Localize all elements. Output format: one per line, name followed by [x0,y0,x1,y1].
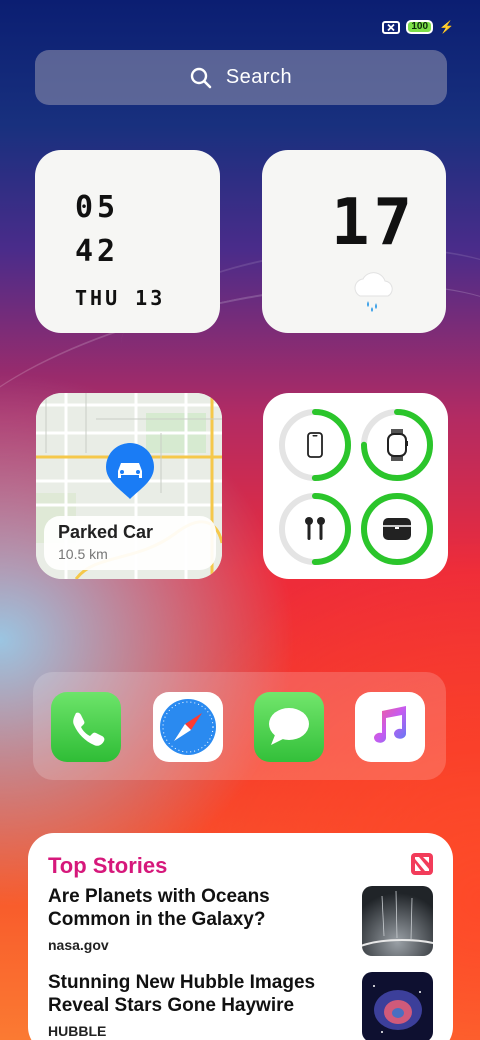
news-story[interactable]: Stunning New Hubble Images Reveal Stars … [48,971,348,1039]
battery-ring-airpods-case [359,491,435,567]
search-icon [190,67,212,88]
bolt-icon: ⚡ [439,20,454,34]
news-widget[interactable]: Top Stories Are Planets with Oceans Comm… [28,833,453,1040]
find-my-car-widget[interactable]: Parked Car 10.5 km [36,393,222,579]
clock-date: THU 13 [75,286,166,310]
safari-app-icon[interactable] [153,692,223,762]
iphone-icon [307,432,323,458]
batteries-widget[interactable] [263,393,448,579]
news-story[interactable]: Are Planets with Oceans Common in the Ga… [48,885,348,953]
messages-app-icon[interactable] [254,692,324,762]
news-icon [411,853,433,875]
search-label: Search [225,66,293,88]
parked-car-distance: 10.5 km [58,546,108,562]
rain-cloud-icon [354,272,393,312]
airpods-icon [305,517,325,540]
weather-temperature: 17 [330,186,416,260]
news-story-title-line: Stunning New Hubble Images [48,972,316,993]
battery-ring-airpods [277,491,353,567]
battery-level: 100 [411,21,429,32]
news-heading: Top Stories [48,853,168,878]
search-bar[interactable]: Search [35,50,447,105]
news-story-title: Are Planets with Oceans Common in the Ga… [48,885,348,931]
clock-hour: 05 [75,190,120,225]
phone-app-icon[interactable] [51,692,121,762]
news-story-title-line: Are Planets with Oceans [48,886,270,907]
battery-indicator: 100 [406,20,434,34]
dock [33,672,446,780]
news-story-title: Stunning New Hubble Images Reveal Stars … [48,971,348,1017]
music-icon [374,706,406,743]
parked-car-title: Parked Car [58,522,154,542]
music-app-icon[interactable] [355,692,425,762]
battery-ring-iphone [277,407,353,483]
clock-minute: 42 [75,234,120,269]
news-story-title-line: Common in the Galaxy? [48,909,266,930]
watch-icon [387,429,408,461]
safari-icon [160,699,216,755]
car-pin-icon [106,443,154,499]
no-sim-icon [382,20,401,34]
messages-icon [269,708,309,745]
phone-icon [73,712,105,746]
news-story-source: HUBBLE [48,1023,107,1039]
clock-widget[interactable]: 05 42 THU 13 [35,150,220,333]
news-story-thumbnail [362,886,433,956]
status-bar: 100 ⚡ [382,20,454,34]
airpods-case-icon [383,518,411,540]
news-story-thumbnail [362,972,433,1040]
parked-car-card: Parked Car 10.5 km [44,516,216,570]
news-story-title-line: Reveal Stars Gone Haywire [48,995,295,1016]
battery-ring-watch [359,407,435,483]
news-story-source: nasa.gov [48,937,109,953]
weather-widget[interactable]: 17 [262,150,446,333]
